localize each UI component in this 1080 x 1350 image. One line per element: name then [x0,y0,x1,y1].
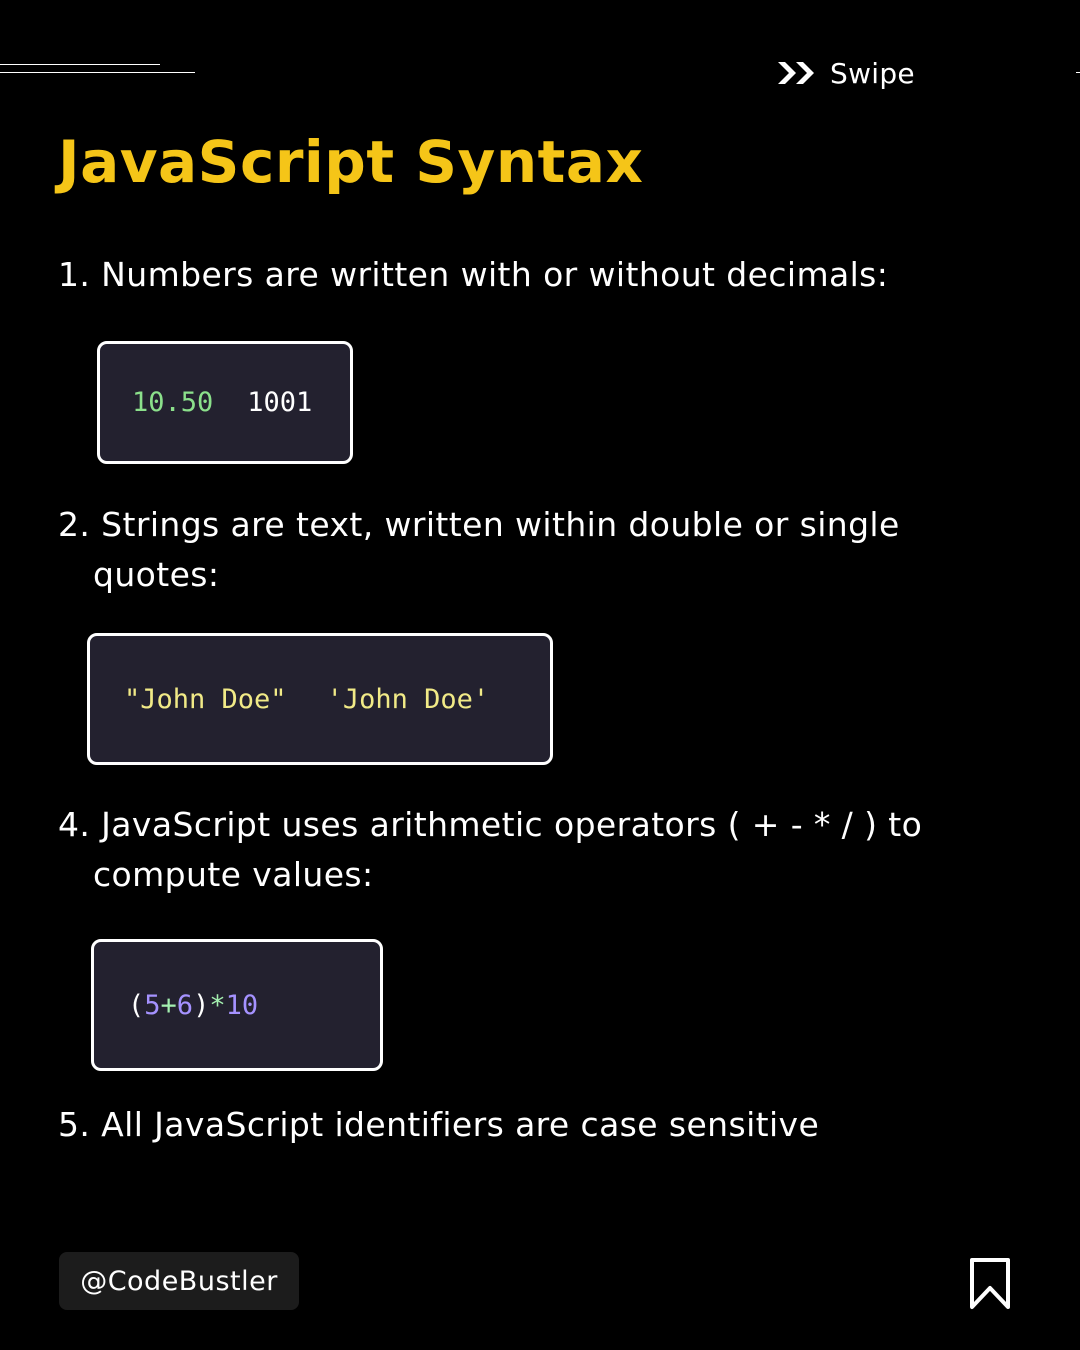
code-operand-c: 10 [225,989,259,1021]
point-strings-line-2: quotes: [93,555,220,594]
code-open-paren: ( [128,989,145,1021]
point-case-sensitive: 5. All JavaScript identifiers are case s… [58,1100,819,1150]
code-operand-b: 6 [176,989,194,1021]
swipe-indicator[interactable]: Swipe [776,54,915,92]
code-operand-a: 5 [144,989,161,1021]
point-case-sensitive-text: 5. All JavaScript identifiers are case s… [58,1105,820,1144]
code-block-strings: "John Doe" 'John Doe' [87,633,553,765]
code-string-double: "John Doe" [124,683,287,715]
decorative-line-top-2 [0,72,195,73]
code-block-arithmetic: (5 + 6) * 10 [91,939,383,1071]
code-close-paren: ) [193,989,210,1021]
point-arithmetic-line-2: compute values: [93,855,374,894]
point-strings: 2. Strings are text, written within doub… [58,500,900,600]
swipe-label: Swipe [830,56,915,90]
point-strings-line-1: 2. Strings are text, written within doub… [58,505,900,544]
bookmark-icon[interactable] [968,1257,1012,1311]
code-number-decimal: 10.50 [132,387,214,418]
point-numbers-text: 1. Numbers are written with or without d… [58,255,889,294]
decorative-line-right [1076,72,1080,73]
code-string-single: 'John Doe' [326,683,490,715]
code-operator-times: * [209,989,226,1021]
double-chevron-right-icon [776,60,820,86]
decorative-line-top-1 [0,64,160,65]
code-operator-plus: + [160,989,177,1021]
page-title: JavaScript Syntax [58,128,644,196]
author-handle[interactable]: @CodeBustler [59,1252,299,1310]
code-number-integer: 1001 [247,387,313,418]
code-block-numbers: 10.50 1001 [97,341,353,464]
author-handle-label: @CodeBustler [80,1265,278,1297]
point-arithmetic: 4. JavaScript uses arithmetic operators … [58,800,922,900]
point-numbers: 1. Numbers are written with or without d… [58,250,888,300]
point-arithmetic-line-1: 4. JavaScript uses arithmetic operators … [58,805,923,844]
